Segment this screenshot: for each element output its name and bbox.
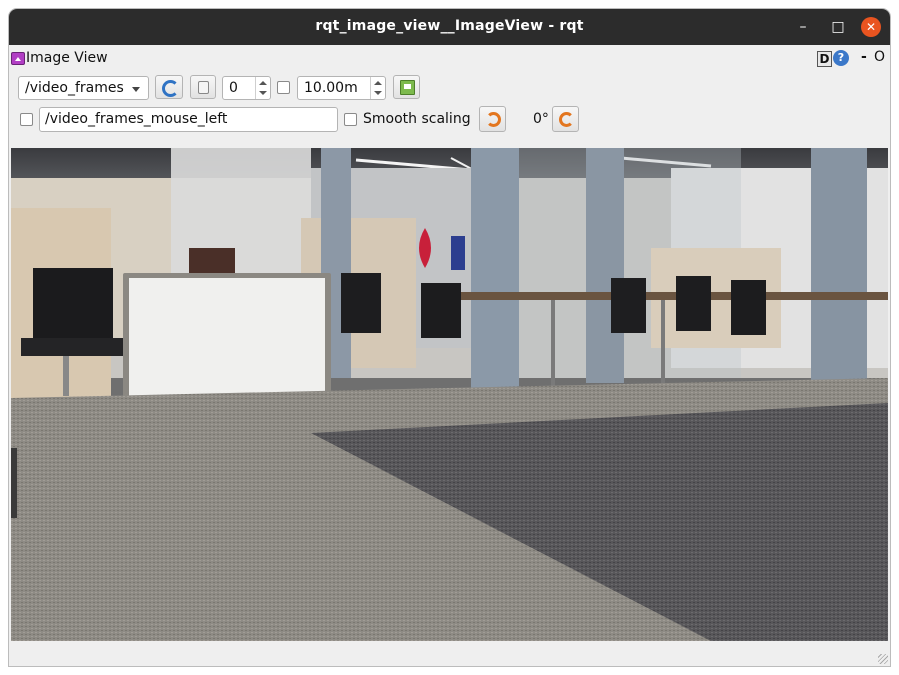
frame-index-stepper[interactable] — [255, 77, 270, 99]
chevron-down-icon[interactable] — [374, 91, 382, 95]
maximize-button[interactable]: □ — [828, 17, 848, 37]
minimize-button[interactable]: – — [793, 17, 813, 37]
mouse-topic-value: /video_frames_mouse_left — [45, 111, 228, 127]
duration-checkbox[interactable] — [277, 81, 290, 94]
dock-close-button[interactable]: O — [874, 49, 885, 65]
mouse-topic-input[interactable]: /video_frames_mouse_left — [39, 107, 338, 132]
close-button[interactable]: ✕ — [861, 17, 881, 37]
rotate-right-button[interactable] — [552, 106, 579, 132]
smooth-scaling-label: Smooth scaling — [363, 111, 471, 127]
frame-index-value: 0 — [229, 80, 238, 96]
chevron-down-icon[interactable] — [259, 91, 267, 95]
topic-select-value: /video_frames — [25, 80, 124, 96]
resize-grip-icon[interactable] — [878, 654, 888, 664]
camera-frame-image — [11, 148, 888, 641]
duration-spinbox[interactable]: 10.00m — [297, 76, 386, 100]
refresh-icon — [162, 80, 179, 97]
dock-header: Image View D ? - O — [9, 45, 890, 71]
duration-value: 10.00m — [304, 80, 358, 96]
pause-button[interactable] — [190, 75, 216, 99]
mouse-publish-checkbox[interactable] — [20, 113, 33, 126]
status-bar — [9, 644, 890, 666]
dock-title: Image View — [26, 50, 108, 66]
app-window: rqt_image_view__ImageView - rqt – □ ✕ Im… — [9, 9, 890, 666]
chevron-up-icon[interactable] — [374, 81, 382, 85]
save-image-button[interactable] — [393, 75, 420, 99]
window-title: rqt_image_view__ImageView - rqt — [315, 18, 584, 34]
refresh-button[interactable] — [155, 75, 183, 99]
duration-stepper[interactable] — [370, 77, 385, 99]
topic-select[interactable]: /video_frames — [18, 76, 149, 100]
frame-index-spinbox[interactable]: 0 — [222, 76, 271, 100]
smooth-scaling-checkbox[interactable] — [344, 113, 357, 126]
image-viewport[interactable] — [11, 148, 888, 641]
rotation-value: 0° — [533, 111, 549, 127]
rotate-left-button[interactable] — [479, 106, 506, 132]
image-view-plugin-icon — [11, 52, 25, 65]
dock-d-button[interactable]: D — [817, 51, 832, 67]
rotate-right-icon — [559, 112, 574, 127]
save-image-icon — [400, 80, 415, 95]
chevron-down-icon — [132, 87, 140, 92]
title-bar[interactable]: rqt_image_view__ImageView - rqt – □ ✕ — [9, 9, 890, 45]
chevron-up-icon[interactable] — [259, 81, 267, 85]
help-icon[interactable]: ? — [833, 50, 849, 66]
dock-minimize-button[interactable]: - — [861, 49, 867, 65]
rotate-left-icon — [486, 112, 501, 127]
pause-icon — [198, 81, 209, 94]
